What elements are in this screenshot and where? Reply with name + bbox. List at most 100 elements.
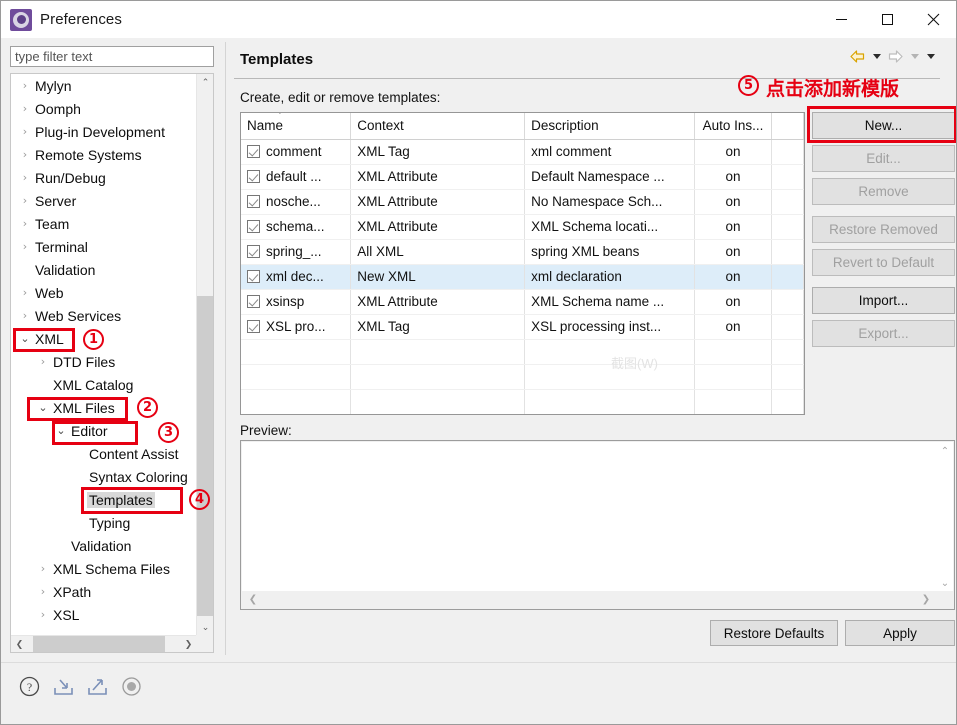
export-icon[interactable] xyxy=(85,674,110,699)
chevron-right-icon[interactable]: › xyxy=(17,286,33,299)
import-icon[interactable] xyxy=(51,674,76,699)
preview-scroll-down-icon[interactable]: ⌄ xyxy=(937,576,953,590)
preview-scroll-right-icon[interactable]: ❯ xyxy=(919,591,933,608)
tree-item-xml[interactable]: ⌄ XML xyxy=(11,327,197,350)
tree-hscroll-thumb[interactable] xyxy=(33,636,165,652)
table-row[interactable]: xsinsp XML Attribute XML Schema name ... on xyxy=(241,289,804,315)
table-row[interactable]: nosche... XML Attribute No Namespace Sch..… xyxy=(241,189,804,215)
scroll-down-icon[interactable]: ⌄ xyxy=(197,619,213,636)
chevron-right-icon[interactable]: › xyxy=(35,585,51,598)
chevron-right-icon[interactable]: › xyxy=(17,148,33,161)
record-icon[interactable] xyxy=(119,674,144,699)
tree-item-content-assist[interactable]: Content Assist xyxy=(11,442,197,465)
apply-button[interactable]: Apply xyxy=(845,620,955,646)
chevron-right-icon[interactable]: › xyxy=(35,608,51,621)
template-name-cell[interactable]: xml dec... xyxy=(241,264,352,290)
maximize-button[interactable] xyxy=(864,1,910,38)
tree-item-oomph[interactable]: › Oomph xyxy=(11,97,197,120)
restore-defaults-button[interactable]: Restore Defaults xyxy=(710,620,838,646)
tree-item-xsl[interactable]: › XSL xyxy=(11,603,197,626)
tree-item-remote-systems[interactable]: › Remote Systems xyxy=(11,143,197,166)
template-enabled-checkbox[interactable] xyxy=(247,145,260,158)
chevron-right-icon[interactable]: › xyxy=(17,309,33,322)
back-arrow-icon[interactable] xyxy=(848,47,867,66)
chevron-down-icon[interactable]: ⌄ xyxy=(53,424,69,437)
template-name-cell[interactable]: nosche... xyxy=(241,189,352,215)
table-header-name[interactable]: Name ˅ xyxy=(241,113,352,140)
tree-item-xpath[interactable]: › XPath xyxy=(11,580,197,603)
chevron-right-icon[interactable]: › xyxy=(17,79,33,92)
tree-item-web-services[interactable]: › Web Services xyxy=(11,304,197,327)
chevron-down-icon[interactable]: ⌄ xyxy=(17,332,33,345)
template-name-cell[interactable]: default ... xyxy=(241,164,352,190)
template-name-cell[interactable]: schema... xyxy=(241,214,352,240)
view-menu-chevron-down-icon[interactable] xyxy=(924,47,937,66)
template-enabled-checkbox[interactable] xyxy=(247,295,260,308)
scroll-right-icon[interactable]: ❯ xyxy=(180,636,197,652)
tree-item-terminal[interactable]: › Terminal xyxy=(11,235,197,258)
table-header-auto-ins[interactable]: Auto Ins... xyxy=(694,113,773,140)
tree-item-editor[interactable]: ⌄ Editor xyxy=(11,419,197,442)
preview-text-area[interactable] xyxy=(242,442,938,592)
tree-item-server[interactable]: › Server xyxy=(11,189,197,212)
tree-item-web[interactable]: › Web xyxy=(11,281,197,304)
preview-horizontal-scrollbar[interactable]: ❮ ❯ xyxy=(242,591,953,608)
table-row[interactable]: XSL pro... XML Tag XSL processing inst... o… xyxy=(241,314,804,340)
tree-item-team[interactable]: › Team xyxy=(11,212,197,235)
template-enabled-checkbox[interactable] xyxy=(247,270,260,283)
tree-vertical-scrollbar[interactable]: ⌃ ⌄ xyxy=(196,74,213,636)
preview-scroll-up-icon[interactable]: ⌃ xyxy=(937,444,953,458)
tree-scroll-thumb[interactable] xyxy=(197,296,213,616)
new-button[interactable]: New... xyxy=(812,112,955,139)
table-row[interactable]: comment XML Tag xml comment on xyxy=(241,139,804,165)
table-row-spacer xyxy=(771,214,804,240)
table-row[interactable]: schema... XML Attribute XML Schema locati.… xyxy=(241,214,804,240)
template-name-cell[interactable]: comment xyxy=(241,139,352,165)
tree-item-dtd-files[interactable]: › DTD Files xyxy=(11,350,197,373)
chevron-down-icon[interactable]: ⌄ xyxy=(35,401,51,414)
template-enabled-checkbox[interactable] xyxy=(247,245,260,258)
preview-vertical-scrollbar[interactable]: ⌃ ⌄ xyxy=(937,442,953,592)
template-enabled-checkbox[interactable] xyxy=(247,195,260,208)
template-name-cell[interactable]: spring_... xyxy=(241,239,352,265)
scroll-left-icon[interactable]: ❮ xyxy=(11,636,28,652)
tree-item-validation[interactable]: Validation xyxy=(11,534,197,557)
chevron-right-icon[interactable]: › xyxy=(17,240,33,253)
minimize-button[interactable] xyxy=(818,1,864,38)
tree-item-templates[interactable]: Templates xyxy=(11,488,197,511)
chevron-right-icon[interactable]: › xyxy=(35,355,51,368)
chevron-right-icon[interactable]: › xyxy=(35,562,51,575)
table-header-description[interactable]: Description xyxy=(524,113,695,140)
chevron-right-icon[interactable]: › xyxy=(17,102,33,115)
scroll-up-icon[interactable]: ⌃ xyxy=(197,74,213,91)
tree-horizontal-scrollbar[interactable]: ❮ ❯ xyxy=(11,635,197,652)
table-row[interactable]: default ... XML Attribute Default Namespac… xyxy=(241,164,804,190)
tree-item-mylyn[interactable]: › Mylyn xyxy=(11,74,197,97)
tree-item-xml-schema-files[interactable]: › XML Schema Files xyxy=(11,557,197,580)
template-enabled-checkbox[interactable] xyxy=(247,170,260,183)
table-row[interactable]: xml dec... New XML xml declaration on xyxy=(241,264,804,290)
tree-item-xml-catalog[interactable]: XML Catalog xyxy=(11,373,197,396)
close-button[interactable] xyxy=(910,1,956,38)
tree-item-plug-in-development[interactable]: › Plug-in Development xyxy=(11,120,197,143)
tree-item-syntax-coloring[interactable]: Syntax Coloring xyxy=(11,465,197,488)
preview-scroll-left-icon[interactable]: ❮ xyxy=(246,591,260,608)
chevron-right-icon[interactable]: › xyxy=(17,125,33,138)
tree-item-run-debug[interactable]: › Run/Debug xyxy=(11,166,197,189)
table-header-context[interactable]: Context xyxy=(350,113,526,140)
chevron-right-icon[interactable]: › xyxy=(17,217,33,230)
import-button[interactable]: Import... xyxy=(812,287,955,314)
chevron-right-icon[interactable]: › xyxy=(17,194,33,207)
help-icon[interactable]: ? xyxy=(17,674,42,699)
table-row[interactable]: spring_... All XML spring XML beans on xyxy=(241,239,804,265)
tree-item-typing[interactable]: Typing xyxy=(11,511,197,534)
template-enabled-checkbox[interactable] xyxy=(247,220,260,233)
tree-item-validation[interactable]: Validation xyxy=(11,258,197,281)
template-name-cell[interactable]: xsinsp xyxy=(241,289,352,315)
template-name-cell[interactable]: XSL pro... xyxy=(241,314,352,340)
back-menu-chevron-down-icon[interactable] xyxy=(870,47,883,66)
template-enabled-checkbox[interactable] xyxy=(247,320,260,333)
chevron-right-icon[interactable]: › xyxy=(17,171,33,184)
tree-item-xml-files[interactable]: ⌄ XML Files xyxy=(11,396,197,419)
filter-input[interactable] xyxy=(10,46,214,67)
